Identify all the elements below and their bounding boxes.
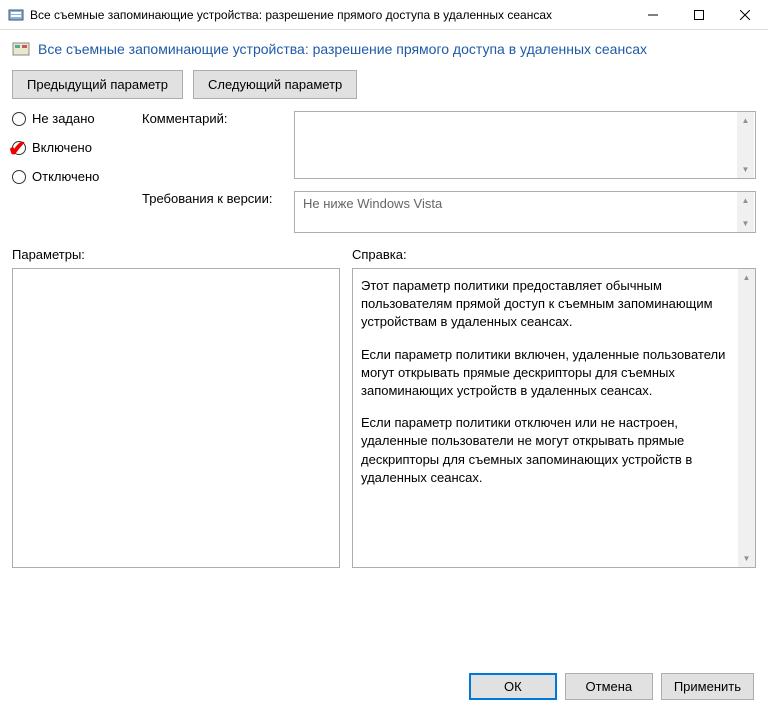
radio-not-configured[interactable]: Не задано (12, 111, 130, 126)
radio-icon (12, 112, 26, 126)
titlebar: Все съемные запоминающие устройства: раз… (0, 0, 768, 30)
maximize-button[interactable] (676, 0, 722, 30)
policy-title: Все съемные запоминающие устройства: раз… (38, 41, 647, 57)
help-paragraph: Если параметр политики включен, удаленны… (361, 346, 733, 401)
parameters-box (12, 268, 340, 568)
parameters-label: Параметры: (12, 247, 340, 262)
dialog-footer: ОК Отмена Применить (469, 673, 754, 700)
scroll-up-icon: ▲ (737, 112, 754, 129)
policy-icon (12, 40, 30, 58)
radio-icon (12, 141, 26, 155)
comment-field[interactable] (294, 111, 756, 179)
scroll-up-icon: ▲ (738, 269, 755, 286)
help-box: Этот параметр политики предоставляет обы… (352, 268, 756, 568)
close-button[interactable] (722, 0, 768, 30)
radio-label: Не задано (32, 111, 95, 126)
radio-label: Отключено (32, 169, 99, 184)
scrollbar[interactable]: ▲ ▼ (737, 112, 754, 178)
ok-button[interactable]: ОК (469, 673, 557, 700)
app-icon (8, 7, 24, 23)
cancel-button[interactable]: Отмена (565, 673, 653, 700)
help-label: Справка: (352, 247, 756, 262)
comment-label: Комментарий: (142, 111, 282, 173)
scroll-down-icon: ▼ (737, 161, 754, 178)
help-paragraph: Если параметр политики отключен или не н… (361, 414, 733, 487)
scrollbar[interactable]: ▲ ▼ (737, 192, 754, 232)
minimize-button[interactable] (630, 0, 676, 30)
scrollbar[interactable]: ▲ ▼ (738, 269, 755, 567)
scroll-down-icon: ▼ (737, 215, 754, 232)
scroll-up-icon: ▲ (737, 192, 754, 209)
apply-button[interactable]: Применить (661, 673, 754, 700)
previous-setting-button[interactable]: Предыдущий параметр (12, 70, 183, 99)
radio-label: Включено (32, 140, 92, 155)
radio-disabled[interactable]: Отключено (12, 169, 130, 184)
scroll-down-icon: ▼ (738, 550, 755, 567)
next-setting-button[interactable]: Следующий параметр (193, 70, 357, 99)
version-field: Не ниже Windows Vista (294, 191, 756, 233)
radio-icon (12, 170, 26, 184)
help-paragraph: Этот параметр политики предоставляет обы… (361, 277, 733, 332)
version-label: Требования к версии: (142, 191, 282, 206)
window-title: Все съемные запоминающие устройства: раз… (30, 8, 630, 22)
radio-enabled[interactable]: ✔ Включено (12, 140, 130, 155)
